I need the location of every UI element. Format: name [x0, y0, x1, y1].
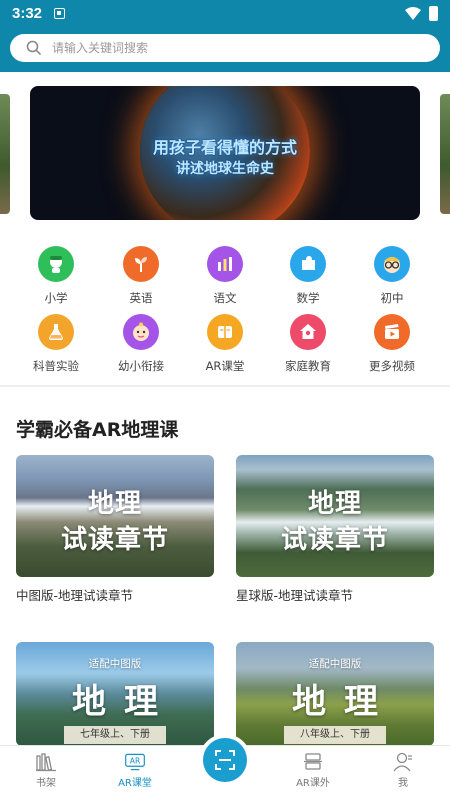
banner-next-peek[interactable]	[440, 94, 450, 214]
tab-label: 书架	[36, 778, 56, 789]
puzzle-icon	[290, 246, 326, 282]
scan-icon	[215, 750, 235, 770]
battery-icon	[429, 5, 438, 21]
ar-classroom-icon: AR	[124, 752, 146, 772]
status-bar: 3:32	[0, 0, 450, 26]
course-caption: 星球版-地理试读章节	[236, 588, 354, 603]
svg-text:AR: AR	[130, 757, 141, 766]
search-input[interactable]	[52, 41, 392, 55]
clapperboard-icon	[374, 314, 410, 350]
banner-prev-peek[interactable]	[0, 94, 10, 214]
glasses-face-icon	[374, 246, 410, 282]
category-label: 家庭教育	[285, 359, 331, 373]
book-grade: 八年级上、下册	[284, 726, 386, 744]
profile-icon	[392, 752, 414, 772]
book-title: 地理	[72, 682, 176, 722]
child-avatar-icon	[38, 246, 74, 282]
search-bar[interactable]	[10, 34, 440, 62]
ar-extracurricular-icon	[302, 752, 324, 772]
course-cover-image: 地理 试读章节	[236, 455, 434, 577]
category-math[interactable]: 数学	[268, 246, 348, 306]
bookshelf-icon	[35, 752, 57, 772]
category-label: 初中	[380, 291, 404, 305]
category-science[interactable]: 科普实验	[16, 314, 96, 374]
cover-subtitle: 试读章节	[60, 525, 169, 555]
category-more-videos[interactable]: 更多视频	[352, 314, 432, 374]
category-junior-high[interactable]: 初中	[352, 246, 432, 306]
book-adapt-label: 适配中图版	[88, 658, 142, 670]
tab-label: AR课堂	[118, 778, 152, 789]
book-adapt-label: 适配中图版	[308, 658, 362, 670]
category-ar-classroom[interactable]: AR课堂	[185, 314, 265, 374]
course-caption: 中图版-地理试读章节	[16, 588, 134, 603]
book-card-grade8[interactable]: 适配中图版 地理 八年级上、下册	[236, 642, 434, 746]
cover-title: 地理	[87, 489, 142, 519]
book-grade: 七年级上、下册	[64, 726, 166, 744]
tab-ar-extracurricular[interactable]: AR课外	[278, 746, 348, 797]
status-time: 3:32	[12, 4, 43, 22]
course-card-zhongtu[interactable]: 地理 试读章节 中图版-地理试读章节	[16, 455, 214, 604]
course-cover-image: 地理 试读章节	[16, 455, 214, 577]
section-title: 学霸必备AR地理课	[16, 419, 179, 441]
scan-button[interactable]	[203, 738, 247, 782]
category-label: 更多视频	[369, 359, 415, 373]
cover-title: 地理	[307, 489, 362, 519]
category-label: 英语	[129, 291, 153, 305]
book-cover-image: 适配中图版 地理 八年级上、下册	[236, 642, 434, 746]
tab-me[interactable]: 我	[368, 746, 438, 797]
header	[0, 26, 450, 72]
tab-bookshelf[interactable]: 书架	[11, 746, 81, 797]
banner-slide[interactable]: 用孩子看得懂的方式 讲述地球生命史	[30, 86, 420, 220]
banner-carousel[interactable]: 用孩子看得懂的方式 讲述地球生命史	[0, 86, 450, 222]
cover-subtitle: 试读章节	[280, 525, 389, 555]
category-primary[interactable]: 小学	[16, 246, 96, 306]
category-label: 小学	[44, 291, 68, 305]
book-icon	[207, 314, 243, 350]
book-cover-image: 适配中图版 地理 七年级上、下册	[16, 642, 214, 746]
tab-label: AR课外	[296, 778, 330, 789]
banner-line1: 用孩子看得懂的方式	[152, 138, 297, 157]
course-card-xingqiu[interactable]: 地理 试读章节 星球版-地理试读章节	[236, 455, 434, 604]
flask-icon	[38, 314, 74, 350]
book-card-grade7[interactable]: 适配中图版 地理 七年级上、下册	[16, 642, 214, 746]
house-icon	[290, 314, 326, 350]
sprout-icon	[123, 246, 159, 282]
category-family-education[interactable]: 家庭教育	[268, 314, 348, 374]
baby-face-icon	[123, 314, 159, 350]
section-divider	[0, 385, 450, 387]
category-english[interactable]: 英语	[101, 246, 181, 306]
category-label: 数学	[296, 291, 320, 305]
wifi-icon	[405, 6, 421, 20]
tab-label: 我	[398, 778, 408, 789]
book-title: 地理	[292, 682, 396, 722]
banner-line2: 讲述地球生命史	[176, 161, 274, 177]
category-label: 语文	[213, 291, 237, 305]
tab-ar-classroom[interactable]: AR AR课堂	[100, 746, 170, 797]
category-label: AR课堂	[205, 359, 245, 373]
status-icons	[405, 5, 438, 21]
category-label: 幼小衔接	[118, 359, 164, 373]
notification-square-icon	[54, 7, 66, 19]
category-chinese[interactable]: 语文	[185, 246, 265, 306]
category-kindergarten[interactable]: 幼小衔接	[101, 314, 181, 374]
search-icon	[26, 40, 42, 56]
category-label: 科普实验	[33, 359, 79, 373]
chart-bars-icon	[207, 246, 243, 282]
